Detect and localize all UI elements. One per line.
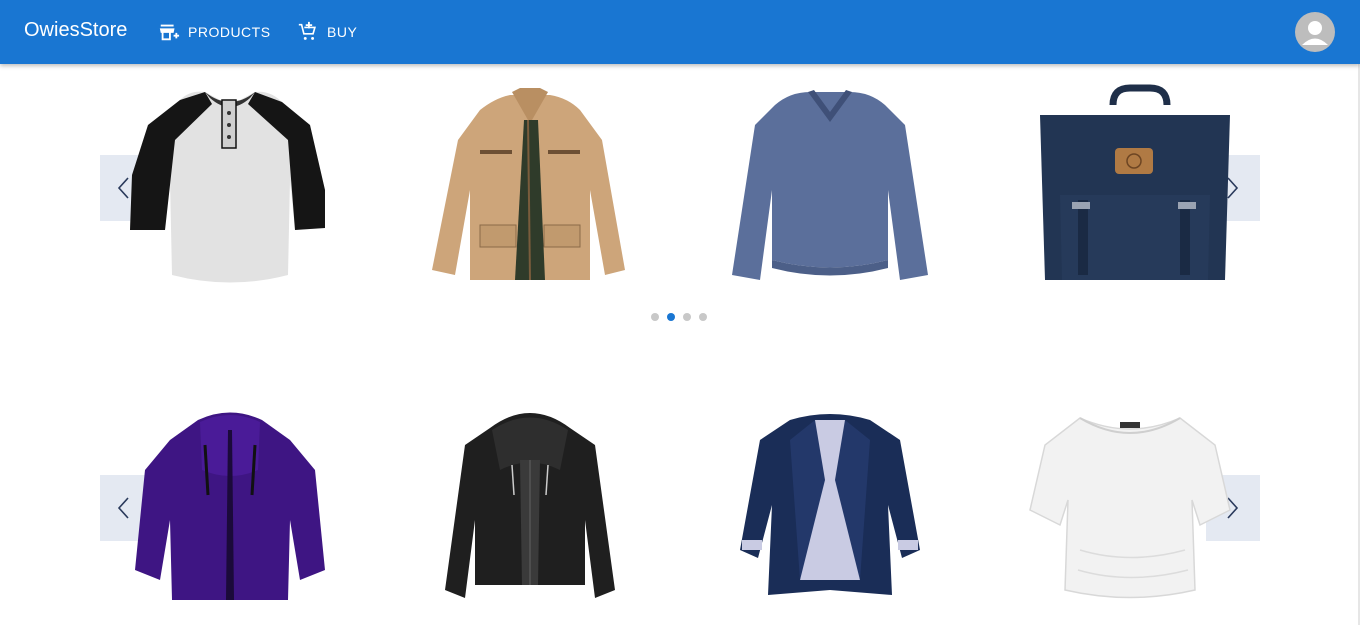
buy-nav-button[interactable]: BUY xyxy=(297,14,357,50)
purple-hooded-jacket-image xyxy=(135,412,325,600)
carousel-dot-4[interactable] xyxy=(699,313,707,321)
carousel-dot-2[interactable] xyxy=(667,313,675,321)
app-title[interactable]: OwiesStore xyxy=(24,19,127,42)
cart-add-icon xyxy=(298,21,316,40)
store-add-icon xyxy=(159,24,180,41)
account-avatar[interactable] xyxy=(1295,12,1335,52)
buy-nav-label: BUY xyxy=(327,24,358,40)
product-navy-backpack[interactable] xyxy=(1020,80,1240,290)
product-navy-trench-jacket[interactable] xyxy=(720,400,940,610)
product-carousel-bottom xyxy=(100,400,1260,610)
carousel-dot-3[interactable] xyxy=(683,313,691,321)
product-purple-hooded-jacket[interactable] xyxy=(120,400,340,610)
product-white-dolman-top[interactable] xyxy=(1020,400,1240,610)
products-nav-button[interactable]: PRODUCTS xyxy=(158,14,271,50)
blue-vneck-sweater-image xyxy=(732,90,928,280)
account-circle-icon xyxy=(1302,21,1328,45)
carousel-dot-1[interactable] xyxy=(651,313,659,321)
product-blue-vneck-sweater[interactable] xyxy=(720,80,940,290)
product-black-leather-hooded-jacket[interactable] xyxy=(420,400,640,610)
khaki-field-jacket-image xyxy=(432,88,625,281)
navy-backpack-image xyxy=(1040,84,1230,280)
products-nav-label: PRODUCTS xyxy=(188,24,271,40)
product-khaki-field-jacket[interactable] xyxy=(420,80,640,290)
app-bar: OwiesStore PRODUCTS BUY xyxy=(0,0,1360,64)
product-carousel-top xyxy=(100,80,1260,321)
raglan-henley-tshirt-image xyxy=(130,91,325,283)
white-dolman-top-image xyxy=(1029,417,1231,599)
carousel-pagination xyxy=(651,313,707,321)
black-leather-hooded-jacket-image xyxy=(445,413,615,598)
product-raglan-henley-tshirt[interactable] xyxy=(120,80,340,290)
navy-trench-jacket-image xyxy=(740,414,920,595)
